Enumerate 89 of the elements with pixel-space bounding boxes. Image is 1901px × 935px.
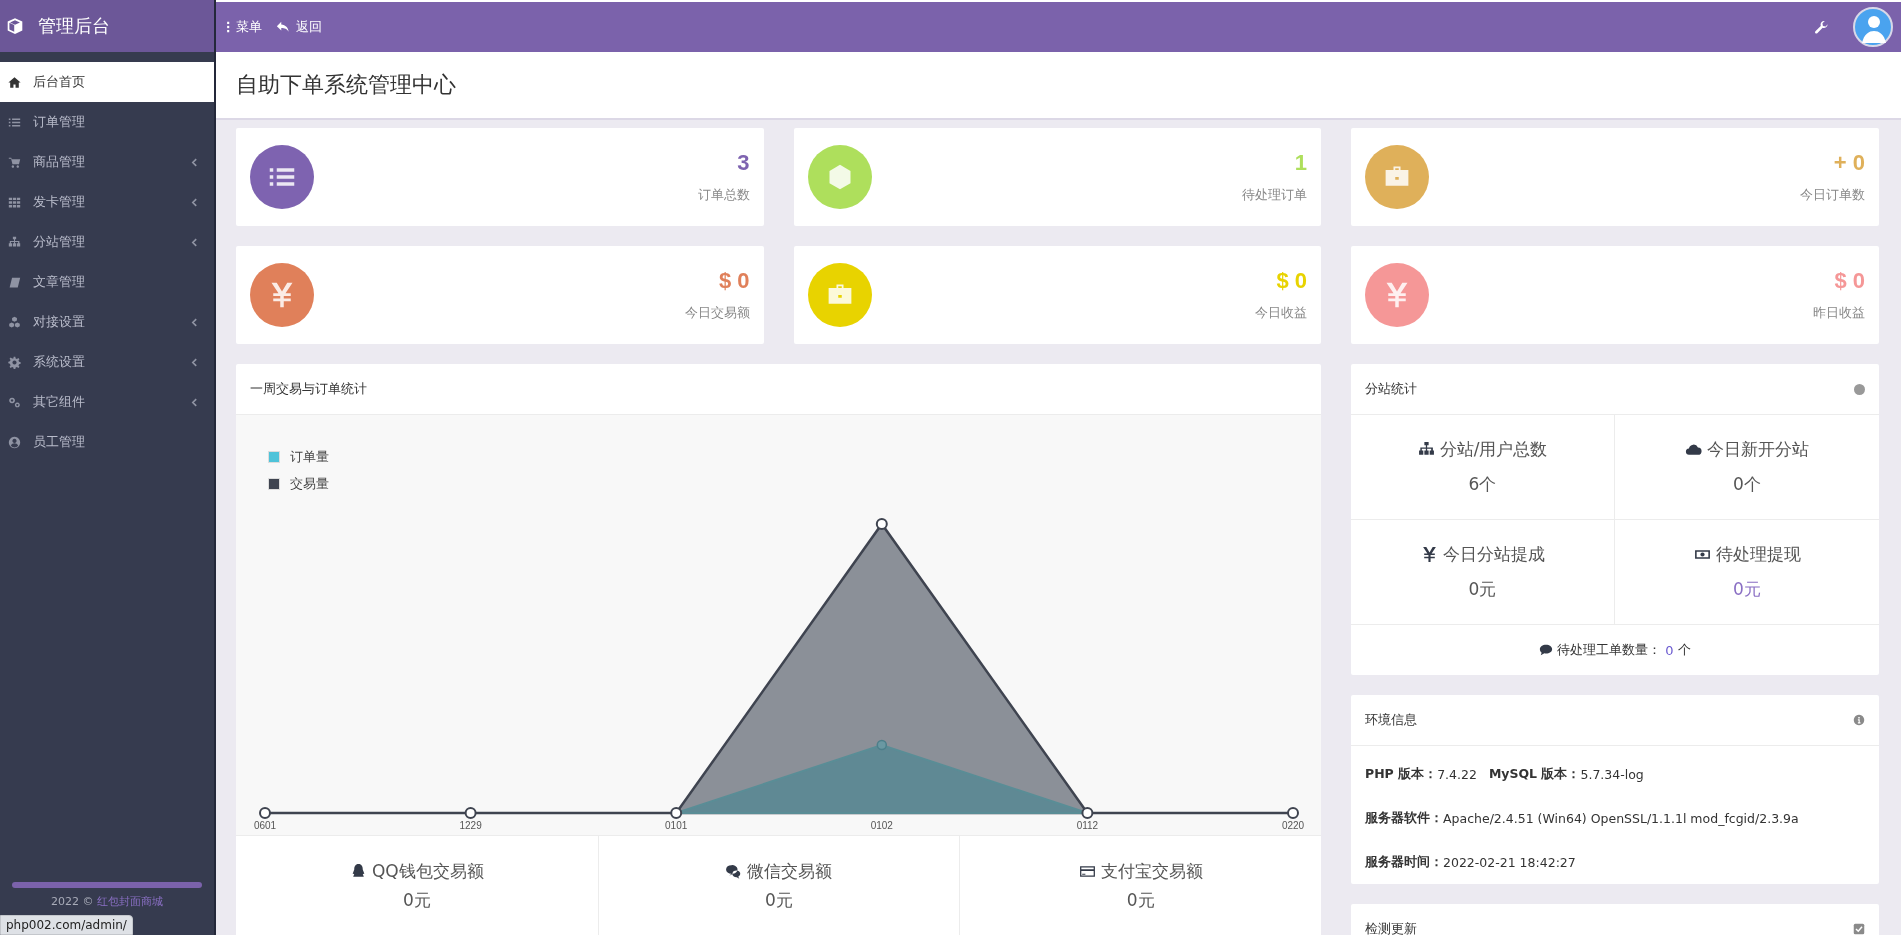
info-value: Apache/2.4.51 (Win64) OpenSSL/1.1.1l mod_fcgid/2.3.9a xyxy=(1443,810,1799,826)
cogs-icon xyxy=(8,395,21,409)
copyright-text: 2022 © xyxy=(51,895,94,908)
stat-label: 待处理订单 xyxy=(1241,186,1307,204)
stat-value: $ 0 xyxy=(1275,268,1307,294)
info-key: 服务器时间： xyxy=(1365,853,1443,871)
sidebar-item[interactable]: 发卡管理 xyxy=(0,182,214,222)
stat-value: + 0 xyxy=(1832,150,1865,176)
cart-icon xyxy=(8,155,21,169)
stat-label: 订单总数 xyxy=(696,186,750,204)
info-value: 5.7.34-log xyxy=(1580,766,1644,782)
axis-label: 1229 xyxy=(459,820,482,831)
stat-value: 0元 xyxy=(1733,578,1761,601)
stat-value: $ 0 xyxy=(717,268,750,294)
stat-value: 3 xyxy=(736,150,750,176)
status-dot xyxy=(1854,383,1865,395)
data-point xyxy=(876,739,888,751)
axis-label: 0112 xyxy=(1076,820,1099,831)
stat-label: 今日订单数 xyxy=(1799,186,1865,204)
sidebar-item[interactable]: 后台首页 xyxy=(0,62,214,102)
legend-label: 交易量 xyxy=(290,474,329,493)
sidebar-item[interactable]: 分站管理 xyxy=(0,222,214,262)
stat-value: 0个 xyxy=(1733,473,1761,496)
cube-icon xyxy=(6,17,24,35)
info-value: 2022-02-21 18:42:27 xyxy=(1443,854,1576,870)
panel-title: 环境信息 xyxy=(1365,711,1417,729)
stat-title: 今日新开分站 xyxy=(1707,438,1809,461)
info-value: 7.4.22 xyxy=(1437,766,1477,782)
settings-icon xyxy=(8,355,21,369)
payment-value: 0元 xyxy=(402,889,431,912)
sidebar-item[interactable]: 文章管理 xyxy=(0,262,214,302)
grid-icon xyxy=(8,195,21,209)
sitemap-icon xyxy=(1417,441,1435,458)
chat-icon xyxy=(725,863,743,880)
stat-value: 1 xyxy=(1293,150,1307,176)
axis-label: 0102 xyxy=(870,820,893,831)
cubes-icon xyxy=(8,315,21,329)
stat-label: 今日收益 xyxy=(1254,304,1307,322)
stat-title: 待处理提现 xyxy=(1715,543,1801,566)
payment-value: 0元 xyxy=(1126,889,1155,912)
stat-title: 今日分站提成 xyxy=(1442,543,1545,566)
sidebar-item[interactable]: 员工管理 xyxy=(0,422,214,462)
avatar[interactable] xyxy=(1853,7,1893,47)
wrench-icon[interactable] xyxy=(1814,19,1829,35)
yen-icon xyxy=(1420,546,1438,563)
tickets-label: 待处理工单数量： xyxy=(1557,641,1662,659)
payment-label: QQ钱包交易额 xyxy=(371,860,484,883)
sidebar-item[interactable]: 其它组件 xyxy=(0,382,214,422)
tickets-count: 0 xyxy=(1665,642,1674,658)
home-icon xyxy=(8,75,21,89)
stat-value: $ 0 xyxy=(1833,268,1865,294)
payment-label: 支付宝交易额 xyxy=(1100,860,1203,883)
scrollbar-thumb[interactable] xyxy=(12,882,202,888)
stat-title: 分站/用户总数 xyxy=(1439,438,1548,461)
panel-title: 一周交易与订单统计 xyxy=(250,380,367,398)
comment-icon xyxy=(1539,643,1554,657)
reply-icon xyxy=(276,20,290,34)
stat-label: 昨日收益 xyxy=(1812,304,1865,322)
axis-label: 0220 xyxy=(1281,820,1305,831)
status-url: php002.com/admin/ xyxy=(0,915,133,935)
book-icon xyxy=(8,275,21,289)
axis-label: 0601 xyxy=(253,820,277,831)
credit-card-icon xyxy=(1078,863,1096,880)
sidebar-item[interactable]: 商品管理 xyxy=(0,142,214,182)
user-icon xyxy=(8,435,21,449)
stat-value: 6个 xyxy=(1468,473,1497,496)
stat-label: 今日交易额 xyxy=(683,304,750,322)
sidebar-item[interactable]: 订单管理 xyxy=(0,102,214,142)
stat-value: 0元 xyxy=(1468,578,1497,601)
brand-title: 管理后台 xyxy=(38,14,110,38)
payment-label: 微信交易额 xyxy=(747,860,833,883)
info-key: 服务器软件： xyxy=(1365,809,1443,827)
sidebar-item[interactable]: 对接设置 xyxy=(0,302,214,342)
sidebar-item[interactable]: 系统设置 xyxy=(0,342,214,382)
back-button[interactable]: 返回 xyxy=(276,18,330,36)
info-key: MySQL 版本： xyxy=(1488,765,1581,783)
kebab-icon xyxy=(226,20,230,34)
menu-button[interactable]: 菜单 xyxy=(226,18,270,36)
list-icon xyxy=(8,115,21,129)
panel-title: 分站统计 xyxy=(1365,380,1417,398)
page-title: 自助下单系统管理中心 xyxy=(216,52,1901,120)
info-icon xyxy=(1853,714,1865,726)
payment-value: 0元 xyxy=(765,889,793,912)
info-key: PHP 版本： xyxy=(1365,765,1438,783)
tickets-unit: 个 xyxy=(1677,641,1691,659)
axis-label: 0101 xyxy=(665,820,688,831)
panel-title: 检测更新 xyxy=(1365,920,1417,935)
sitemap-icon xyxy=(8,235,21,249)
legend-label: 订单量 xyxy=(290,447,329,466)
